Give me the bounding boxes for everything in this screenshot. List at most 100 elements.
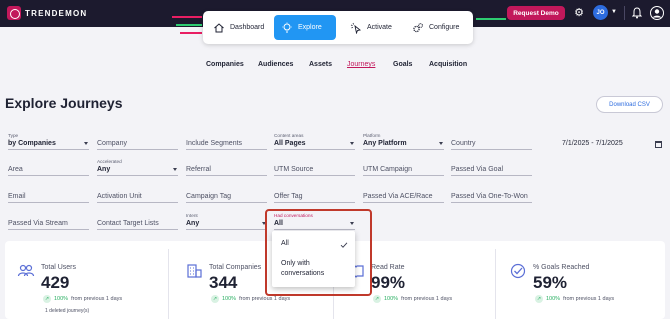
contact-target-lists-field[interactable]: Contact Target Lists: [97, 213, 178, 230]
render-glitch: [476, 18, 506, 20]
accelerated-select[interactable]: Accelerated Any: [97, 159, 178, 176]
platform-select[interactable]: Platform Any Platform: [363, 133, 444, 150]
caret-down-icon: [350, 142, 354, 145]
stat-change-percent: 100%: [54, 296, 69, 302]
stat-change: ↗ 100% from previous 1 days: [211, 295, 290, 303]
field-placeholder: Company: [97, 140, 127, 147]
nav-dashboard[interactable]: Dashboard: [206, 15, 273, 40]
stat-label: Read Rate: [371, 264, 405, 271]
passed-via-stream-field[interactable]: Passed Via Stream: [8, 213, 89, 230]
field-placeholder: UTM Campaign: [363, 166, 413, 173]
stat-label: % Goals Reached: [533, 264, 590, 271]
gear-icon[interactable]: ⚙: [573, 7, 585, 19]
field-placeholder: Contact Target Lists: [97, 220, 159, 227]
divider: [168, 249, 169, 319]
calendar-icon[interactable]: [655, 141, 662, 148]
stat-value: 344: [209, 273, 238, 292]
stat-change-suffix: from previous 1 days: [563, 296, 615, 302]
nav-label: Explore: [298, 24, 322, 31]
field-label: Accelerated: [97, 159, 122, 164]
tab-goals[interactable]: Goals: [393, 61, 412, 68]
tab-assets[interactable]: Assets: [309, 61, 332, 68]
campaign-tag-field[interactable]: Campaign Tag: [186, 186, 267, 203]
activation-unit-field[interactable]: Activation Unit: [97, 186, 178, 203]
target-icon: [510, 263, 526, 279]
dropdown-option-all[interactable]: All: [272, 240, 355, 252]
tab-acquisition[interactable]: Acquisition: [429, 61, 467, 68]
caret-down-icon: [173, 168, 177, 171]
field-placeholder: Offer Tag: [274, 193, 303, 200]
referral-field[interactable]: Referral: [186, 159, 267, 176]
building-icon: [187, 264, 202, 278]
brand-logo[interactable]: TRENDEMON: [7, 6, 87, 20]
trend-up-icon: ↗: [373, 295, 381, 303]
divider: [624, 6, 625, 20]
tab-journeys[interactable]: Journeys: [347, 61, 375, 68]
type-select[interactable]: Type by Companies: [8, 133, 89, 150]
nav-activate[interactable]: Activate: [343, 15, 401, 40]
stat-value: 59%: [533, 273, 568, 292]
date-range-picker[interactable]: 7/1/2025 - 7/1/2025: [562, 140, 662, 152]
nav-explore[interactable]: Explore: [274, 15, 336, 40]
field-placeholder: Passed Via Goal: [451, 166, 504, 173]
offer-tag-field[interactable]: Offer Tag: [274, 186, 355, 203]
field-placeholder: Include Segments: [186, 140, 243, 147]
company-field[interactable]: Company: [97, 133, 178, 150]
stat-note: 1 deleted journey(s): [45, 308, 90, 314]
field-label: Content areas: [274, 133, 304, 138]
avatar[interactable]: JO: [593, 5, 608, 20]
check-icon: [340, 242, 348, 248]
profile-icon[interactable]: [650, 6, 664, 20]
content-areas-select[interactable]: Content areas All Pages: [274, 133, 355, 150]
chevron-down-icon[interactable]: ▼: [611, 9, 617, 15]
download-csv-button[interactable]: Download CSV: [596, 96, 663, 113]
request-demo-button[interactable]: Request Demo: [507, 6, 565, 20]
render-glitch: [180, 32, 202, 34]
caret-down-icon: [84, 142, 88, 145]
intent-select[interactable]: Intent Any: [186, 213, 267, 230]
stat-change-percent: 100%: [222, 296, 237, 302]
passed-via-one-to-won-field[interactable]: Passed Via One-To-Won: [451, 186, 532, 203]
stat-change-suffix: from previous 1 days: [239, 296, 291, 302]
field-placeholder: Area: [8, 166, 23, 173]
field-value: by Companies: [8, 140, 56, 147]
field-label: Intent: [186, 213, 198, 218]
trendemon-logo-icon: [7, 6, 21, 20]
tab-companies[interactable]: Companies: [206, 61, 244, 68]
field-value: All Pages: [274, 140, 306, 147]
cursor-click-icon: [350, 22, 362, 34]
field-value: Any Platform: [363, 140, 407, 147]
include-segments-field[interactable]: Include Segments: [186, 133, 267, 150]
date-range-value: 7/1/2025 - 7/1/2025: [562, 140, 623, 147]
field-value: Any: [97, 166, 111, 173]
passed-via-ace-field[interactable]: Passed Via ACE/Race: [363, 186, 444, 203]
brand-name: TRENDEMON: [25, 8, 88, 18]
field-placeholder: Campaign Tag: [186, 193, 232, 200]
stat-change-suffix: from previous 1 days: [401, 296, 453, 302]
area-field[interactable]: Area: [8, 159, 89, 176]
render-glitch: [176, 24, 202, 26]
passed-via-goal-field[interactable]: Passed Via Goal: [451, 159, 532, 176]
utm-campaign-field[interactable]: UTM Campaign: [363, 159, 444, 176]
field-placeholder: Referral: [186, 166, 211, 173]
country-field[interactable]: Country: [451, 133, 532, 150]
had-conversations-dropdown: All Only with conversations: [272, 231, 355, 287]
field-placeholder: UTM Source: [274, 166, 314, 173]
field-placeholder: Country: [451, 140, 476, 147]
utm-source-field[interactable]: UTM Source: [274, 159, 355, 176]
nav-configure[interactable]: Configure: [405, 15, 469, 40]
nav-label: Activate: [367, 24, 392, 31]
stat-change-percent: 100%: [384, 296, 399, 302]
trend-up-icon: ↗: [43, 295, 51, 303]
field-placeholder: Passed Via Stream: [8, 220, 68, 227]
nav-label: Configure: [429, 24, 460, 31]
stat-change-percent: 100%: [546, 296, 561, 302]
field-label: Platform: [363, 133, 381, 138]
lightbulb-icon: [282, 22, 292, 32]
field-value: Any: [186, 220, 200, 227]
dropdown-option-only-with-conversations[interactable]: Only with conversations: [272, 259, 355, 283]
email-field[interactable]: Email: [8, 186, 89, 203]
tab-audiences[interactable]: Audiences: [258, 61, 293, 68]
caret-down-icon: [439, 142, 443, 145]
bell-icon[interactable]: [632, 7, 642, 19]
